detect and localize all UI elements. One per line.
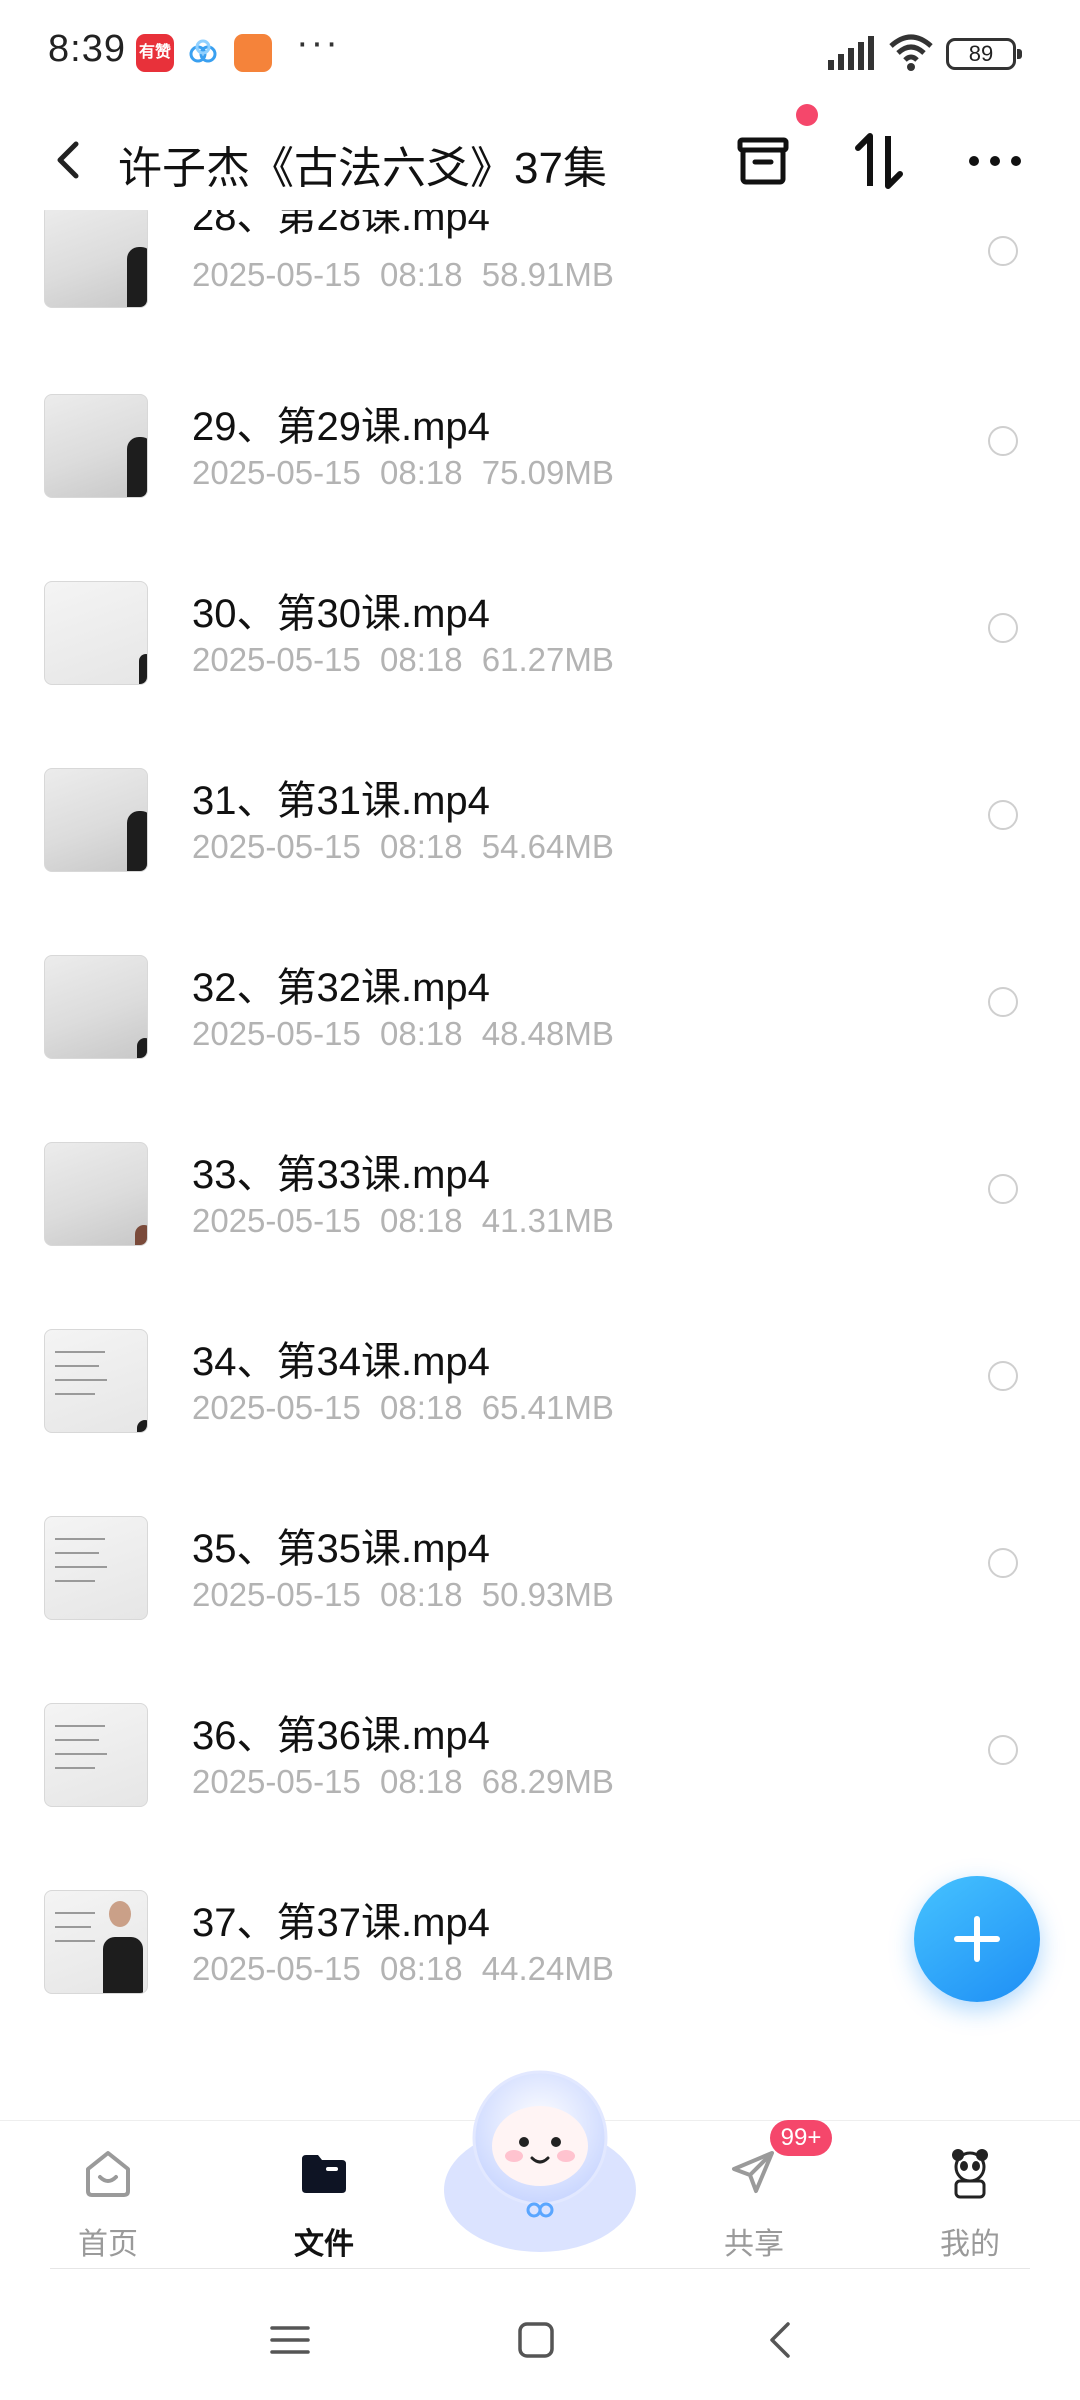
shopping-app-icon [234, 34, 272, 72]
video-thumbnail [44, 210, 148, 308]
status-bar: 8:39 有赞 ··· 89 [0, 0, 1080, 100]
system-nav [0, 2280, 1080, 2400]
file-name: 33、第33课.mp4 [192, 1153, 490, 1197]
select-checkbox[interactable] [988, 1548, 1018, 1578]
status-more-icon: ··· [296, 22, 340, 64]
nav-item-home[interactable]: 首页 [38, 2133, 178, 2263]
video-thumbnail [44, 768, 148, 872]
archive-icon[interactable] [730, 128, 796, 194]
list-item[interactable]: 33、第33课.mp4 2025-05-15 08:18 41.31MB [0, 1142, 1080, 1329]
select-checkbox[interactable] [988, 800, 1018, 830]
screen: 8:39 有赞 ··· 89 许子杰《古法六爻》37集 28、第28课.mp4 … [0, 0, 1080, 2400]
select-checkbox[interactable] [988, 1361, 1018, 1391]
list-item[interactable]: 30、第30课.mp4 2025-05-15 08:18 61.27MB [0, 581, 1080, 768]
select-checkbox[interactable] [988, 426, 1018, 456]
assistant-mascot-icon[interactable] [438, 2060, 642, 2260]
file-meta: 2025-05-15 08:18 68.29MB [192, 1763, 614, 1800]
file-meta: 2025-05-15 08:18 65.41MB [192, 1389, 614, 1426]
file-meta: 2025-05-15 08:18 50.93MB [192, 1576, 614, 1613]
file-name: 34、第34课.mp4 [192, 1340, 490, 1384]
page-title: 许子杰《古法六爻》37集 [118, 144, 607, 193]
video-thumbnail [44, 1890, 148, 1994]
list-item[interactable]: 31、第31课.mp4 2025-05-15 08:18 54.64MB [0, 768, 1080, 955]
nav-item-mine[interactable]: 我的 [900, 2133, 1040, 2263]
list-item[interactable]: 28、第28课.mp4 2025-05-15 08:18 58.91MB [0, 210, 1080, 391]
video-thumbnail [44, 1703, 148, 1807]
nav-label-files: 文件 [294, 2228, 354, 2261]
file-name: 35、第35课.mp4 [192, 1527, 490, 1571]
add-button[interactable] [914, 1876, 1040, 2002]
home-square-icon[interactable] [506, 2310, 566, 2370]
file-meta: 2025-05-15 08:18 61.27MB [192, 641, 614, 678]
video-thumbnail [44, 1516, 148, 1620]
battery-indicator: 89 [946, 38, 1022, 70]
menu-icon[interactable] [260, 2310, 320, 2370]
nav-item-files[interactable]: 文件 [254, 2133, 394, 2263]
app-notification-icon: 有赞 [136, 34, 174, 72]
file-meta: 2025-05-15 08:18 48.48MB [192, 1015, 614, 1052]
list-item[interactable]: 32、第32课.mp4 2025-05-15 08:18 48.48MB [0, 955, 1080, 1142]
system-back-icon[interactable] [752, 2310, 812, 2370]
select-checkbox[interactable] [988, 236, 1018, 266]
share-badge: 99+ [770, 2120, 832, 2156]
back-button[interactable] [40, 130, 100, 190]
nav-label-share: 共享 [724, 2228, 784, 2261]
select-checkbox[interactable] [988, 1735, 1018, 1765]
video-thumbnail [44, 955, 148, 1059]
file-name: 32、第32课.mp4 [192, 966, 490, 1010]
list-item[interactable]: 34、第34课.mp4 2025-05-15 08:18 65.41MB [0, 1329, 1080, 1516]
file-meta: 2025-05-15 08:18 58.91MB [192, 256, 614, 293]
video-thumbnail [44, 394, 148, 498]
folder-icon [302, 2155, 346, 2193]
file-name: 28、第28课.mp4 [192, 210, 490, 239]
list-item[interactable]: 29、第29课.mp4 2025-05-15 08:18 75.09MB [0, 394, 1080, 581]
file-name: 37、第37课.mp4 [192, 1901, 490, 1945]
select-checkbox[interactable] [988, 613, 1018, 643]
more-options-icon[interactable] [962, 128, 1028, 194]
list-item[interactable]: 35、第35课.mp4 2025-05-15 08:18 50.93MB [0, 1516, 1080, 1703]
notification-dot [796, 104, 818, 126]
file-list[interactable]: 28、第28课.mp4 2025-05-15 08:18 58.91MB 29、… [0, 210, 1080, 2110]
signal-icon [828, 36, 874, 70]
divider [50, 2268, 1030, 2269]
file-name: 29、第29课.mp4 [192, 405, 490, 449]
avatar [952, 2149, 988, 2199]
file-meta: 2025-05-15 08:18 75.09MB [192, 454, 614, 491]
file-name: 36、第36课.mp4 [192, 1714, 490, 1758]
video-thumbnail [44, 581, 148, 685]
list-item[interactable]: 36、第36课.mp4 2025-05-15 08:18 68.29MB [0, 1703, 1080, 1890]
cloud-app-icon [189, 39, 217, 63]
file-meta: 2025-05-15 08:18 54.64MB [192, 828, 614, 865]
select-checkbox[interactable] [988, 1174, 1018, 1204]
video-thumbnail [44, 1142, 148, 1246]
file-name: 31、第31课.mp4 [192, 779, 490, 823]
sort-icon[interactable] [846, 128, 912, 194]
home-icon [86, 2151, 130, 2197]
nav-label-mine: 我的 [940, 2228, 1000, 2261]
file-meta: 2025-05-15 08:18 41.31MB [192, 1202, 614, 1239]
file-name: 30、第30课.mp4 [192, 592, 490, 636]
file-meta: 2025-05-15 08:18 44.24MB [192, 1950, 614, 1987]
status-time: 8:39 [48, 28, 126, 70]
send-icon [732, 2151, 774, 2193]
header: 许子杰《古法六爻》37集 [0, 110, 1080, 210]
select-checkbox[interactable] [988, 987, 1018, 1017]
wifi-icon [889, 34, 933, 71]
nav-label-home: 首页 [78, 2228, 138, 2261]
video-thumbnail [44, 1329, 148, 1433]
